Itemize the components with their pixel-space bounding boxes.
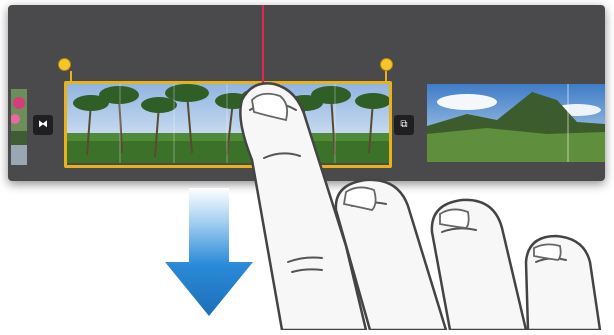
hand-pointer-icon [0, 0, 614, 335]
